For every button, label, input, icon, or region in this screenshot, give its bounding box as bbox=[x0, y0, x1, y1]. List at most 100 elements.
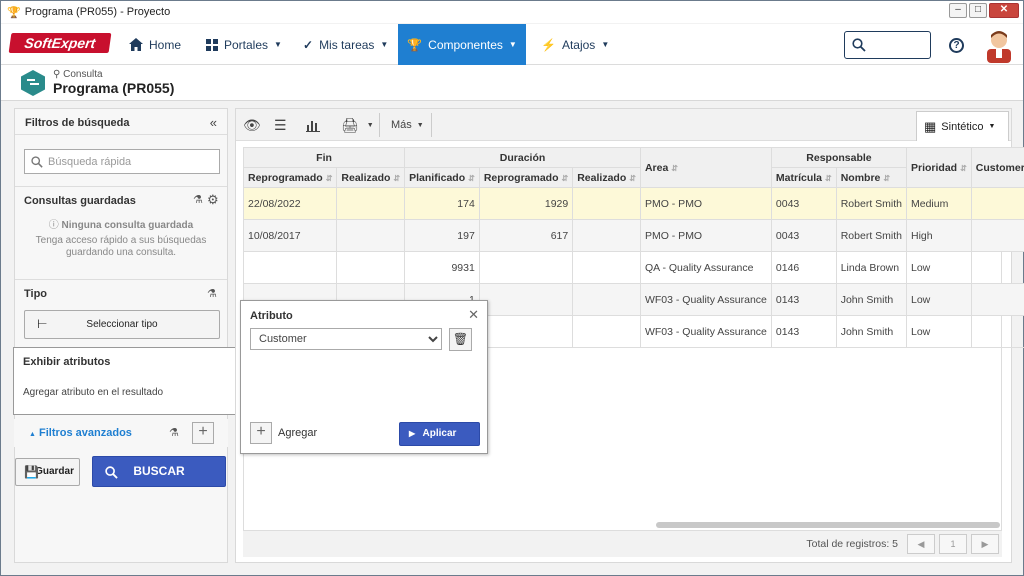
results-toolbar: 👁 ☰ 🖨 ▼ Más ▼ ▦ Sintético ▼ bbox=[236, 109, 1011, 141]
broom-icon[interactable]: ⚗ bbox=[207, 287, 217, 300]
table-row[interactable]: 10/08/2017 197 617 PMO - PMO 0043 Robert S… bbox=[242, 219, 1024, 252]
help-icon[interactable]: ? bbox=[949, 38, 964, 53]
caret-up-icon: ▲ bbox=[29, 431, 36, 438]
select-type-button[interactable]: ⊢ Seleccionar tipo bbox=[24, 310, 220, 339]
eye-icon: 👁 bbox=[243, 116, 261, 133]
bar-chart-icon bbox=[306, 120, 320, 132]
attribute-popup-title: Atributo bbox=[250, 310, 293, 322]
display-attributes-hint: Agregar atributo en el resultado bbox=[23, 387, 164, 398]
collapse-panel-icon[interactable]: « bbox=[210, 115, 217, 130]
apply-button[interactable]: ▶ Aplicar bbox=[399, 422, 480, 446]
trophy-icon: 🏆 bbox=[407, 37, 423, 52]
tree-icon: ⊢ bbox=[37, 317, 48, 331]
play-icon: ▶ bbox=[409, 429, 416, 438]
quick-search-input[interactable]: Búsqueda rápida bbox=[24, 149, 220, 174]
saved-queries-hint-1: Tenga acceso rápido a sus búsquedas bbox=[35, 235, 207, 246]
display-attributes-title: Exhibir atributos bbox=[23, 356, 111, 368]
print-button[interactable]: 🖨 ▼ bbox=[341, 115, 374, 135]
title-bar: 🏆 Programa (PR055) - Proyecto – □ ✕ bbox=[1, 1, 1023, 23]
more-menu-button[interactable]: Más ▼ bbox=[391, 115, 424, 135]
type-title: Tipo bbox=[24, 288, 48, 300]
save-query-button[interactable]: 💾 Guardar bbox=[15, 458, 80, 486]
col-header-nombre[interactable]: Nombre ⇵ bbox=[835, 167, 908, 188]
info-icon: ⓘ bbox=[48, 220, 59, 231]
chevron-down-icon: ▼ bbox=[988, 123, 996, 130]
col-header-matricula[interactable]: Matrícula ⇵ bbox=[770, 167, 837, 188]
home-icon bbox=[129, 38, 143, 51]
search-button[interactable]: BUSCAR bbox=[92, 456, 226, 487]
page-title: Programa (PR055) bbox=[53, 80, 175, 96]
chart-button[interactable] bbox=[306, 115, 320, 135]
add-attribute-button[interactable]: + bbox=[250, 422, 272, 444]
sort-icon: ⇵ bbox=[825, 173, 832, 183]
trash-icon: 🗑 bbox=[452, 332, 469, 346]
broom-icon[interactable]: ⚗ bbox=[169, 426, 179, 439]
filter-panel-title: Filtros de búsqueda bbox=[15, 109, 227, 135]
col-header-dur-reprogramado[interactable]: Reprogramado ⇵ bbox=[478, 167, 574, 188]
close-icon[interactable]: ✕ bbox=[468, 307, 479, 323]
grid-icon bbox=[206, 38, 218, 51]
table-row[interactable]: 9931 QA - Quality Assurance 0146 Linda Br… bbox=[242, 251, 1024, 284]
advanced-filters-toggle[interactable]: ▲ Filtros avanzados bbox=[29, 427, 132, 439]
sort-icon: ⇵ bbox=[393, 173, 401, 183]
minimize-button[interactable]: – bbox=[949, 3, 967, 18]
page-number[interactable]: 1 bbox=[939, 534, 967, 554]
app-window: 🏆 Programa (PR055) - Proyecto – □ ✕ Soft… bbox=[0, 0, 1024, 576]
sort-icon: ⇵ bbox=[468, 173, 475, 183]
bolt-icon: ⚡ bbox=[541, 37, 556, 52]
group-header-duracion: Duración bbox=[404, 147, 641, 168]
page-header: ⚲ Consulta Programa (PR055) bbox=[1, 65, 1023, 101]
nav-componentes[interactable]: 🏆 Componentes ▼ bbox=[398, 24, 526, 65]
col-header-fin-realizado[interactable]: Realizado ⇵ bbox=[336, 167, 406, 188]
chevron-down-icon: ▼ bbox=[274, 40, 282, 49]
softexpert-logo: SoftExpert bbox=[8, 33, 112, 53]
grid-footer: Total de registros: 5 ◀ 1 ▶ bbox=[243, 530, 1002, 557]
save-icon: 💾 bbox=[24, 465, 39, 479]
group-header-fin: Fin bbox=[242, 147, 406, 168]
broom-icon[interactable]: ⚗ bbox=[193, 193, 203, 206]
add-filter-button[interactable]: + bbox=[192, 422, 214, 444]
view-button[interactable]: 👁 bbox=[243, 115, 261, 135]
sort-icon: ⇵ bbox=[671, 163, 678, 173]
plus-icon: + bbox=[256, 423, 266, 440]
table-row[interactable]: 22/08/2022 174 1929 PMO - PMO 0043 Robert … bbox=[242, 187, 1024, 220]
col-header-dur-realizado[interactable]: Realizado ⇵ bbox=[572, 167, 641, 188]
check-icon: ✓ bbox=[303, 37, 314, 52]
top-nav: SoftExpert Home Portales ▼ ✓ Mis tareas … bbox=[1, 24, 1023, 65]
filter-panel: Filtros de búsqueda « Búsqueda rápida Co… bbox=[14, 108, 228, 563]
group-header-responsable: Responsable bbox=[770, 147, 908, 168]
maximize-button[interactable]: □ bbox=[969, 3, 987, 18]
view-mode-select[interactable]: ▦ Sintético ▼ bbox=[916, 111, 1009, 141]
next-page-button[interactable]: ▶ bbox=[971, 534, 999, 554]
plus-icon: + bbox=[198, 423, 208, 440]
close-window-button[interactable]: ✕ bbox=[989, 3, 1019, 18]
trophy-icon: 🏆 bbox=[7, 6, 21, 19]
user-avatar[interactable] bbox=[984, 27, 1014, 63]
chevron-right-icon: ▶ bbox=[981, 539, 989, 549]
query-icon bbox=[21, 70, 45, 96]
add-attribute-label: Agregar bbox=[278, 427, 318, 439]
nav-mis-tareas[interactable]: ✓ Mis tareas ▼ bbox=[303, 24, 388, 65]
attribute-popup: Atributo ✕ Customer 🗑 + Agregar ▶ Aplica… bbox=[240, 300, 488, 454]
chevron-left-icon: ◀ bbox=[917, 539, 925, 549]
col-header-customer[interactable]: Customer⇵ bbox=[970, 147, 1024, 188]
global-search-input[interactable] bbox=[844, 31, 931, 59]
window-title: Programa (PR055) - Proyecto bbox=[24, 6, 171, 18]
gear-icon[interactable]: ⚙ bbox=[207, 192, 219, 208]
col-header-area[interactable]: Area ⇵ bbox=[639, 147, 772, 188]
search-icon bbox=[31, 155, 43, 168]
prev-page-button[interactable]: ◀ bbox=[907, 534, 935, 554]
delete-attribute-button[interactable]: 🗑 bbox=[449, 328, 472, 351]
nav-home[interactable]: Home bbox=[129, 24, 181, 65]
attribute-select[interactable]: Customer bbox=[250, 328, 442, 350]
col-header-planificado[interactable]: Planificado ⇵ bbox=[404, 167, 480, 188]
nav-atajos[interactable]: ⚡ Atajos ▼ bbox=[541, 24, 609, 65]
col-header-prioridad[interactable]: Prioridad ⇵ bbox=[906, 147, 972, 188]
group-button[interactable]: ☰ bbox=[274, 115, 287, 135]
search-icon bbox=[105, 466, 118, 479]
horizontal-scrollbar[interactable] bbox=[656, 522, 1000, 528]
col-header-fin-reprogramado[interactable]: Reprogramado ⇵ bbox=[242, 167, 338, 188]
printer-icon: 🖨 bbox=[341, 116, 359, 133]
chevron-down-icon: ▼ bbox=[601, 40, 610, 49]
nav-portales[interactable]: Portales ▼ bbox=[206, 24, 282, 65]
